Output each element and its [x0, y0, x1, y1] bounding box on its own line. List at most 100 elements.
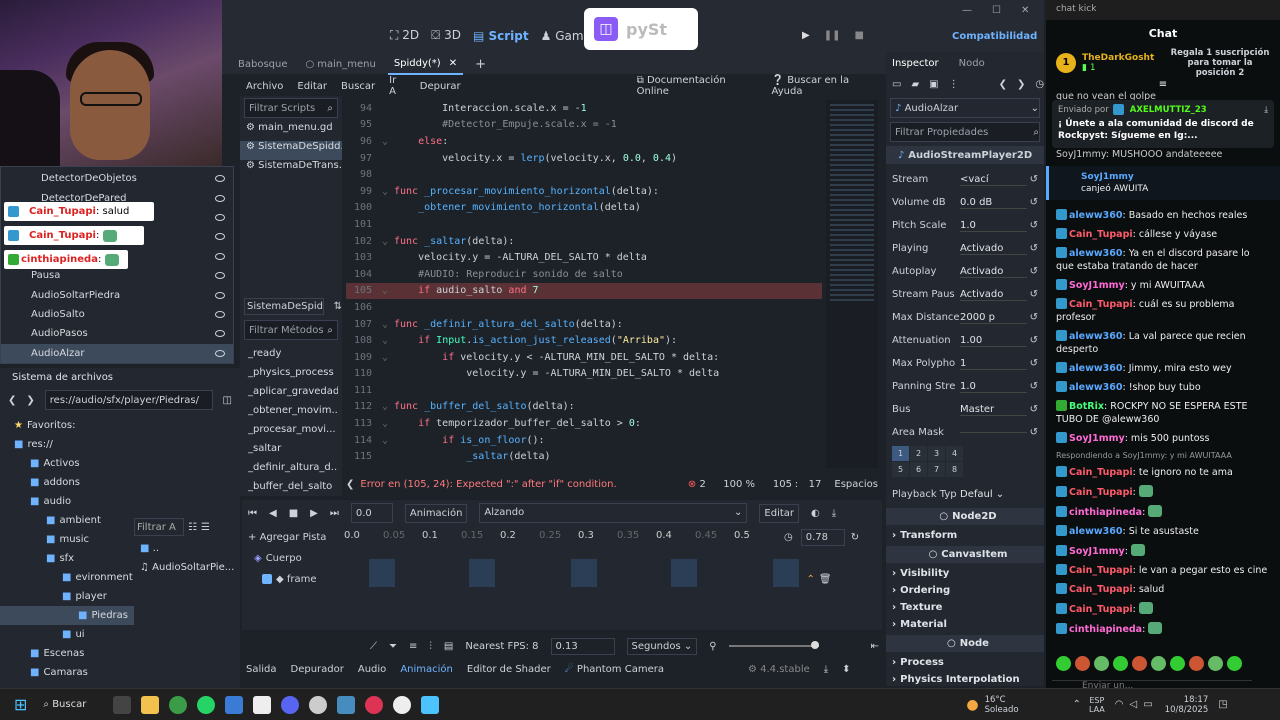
fold-icon[interactable]: ⌄ [376, 285, 394, 296]
task-view-icon[interactable] [113, 695, 132, 714]
code-line[interactable]: 105 ⌄ if audio_salto and 7 [346, 282, 822, 300]
error-message[interactable]: Error en (105, 24): Expected ":" after "… [360, 479, 687, 490]
close-tab-icon[interactable]: ✕ [449, 58, 457, 69]
search-help-link[interactable]: ❔ Buscar en la Ayuda [772, 75, 880, 97]
code-line[interactable]: 101 [346, 216, 822, 233]
scene-tree-item[interactable]: AudioSoltarPiedra [1, 285, 233, 304]
revert-icon[interactable]: ↺ [1030, 197, 1038, 208]
code-line[interactable]: 103 velocity.y = -ALTURA_DEL_SALTO * del… [346, 249, 822, 266]
pin-icon[interactable]: ⤓ [824, 664, 828, 675]
visibility-icon[interactable] [215, 291, 225, 299]
revert-icon[interactable]: ↺ [1030, 358, 1038, 369]
online-docs-link[interactable]: ⧉ Documentación Online [637, 75, 758, 97]
revert-icon[interactable]: ↺ [1030, 381, 1038, 392]
menu-icon[interactable]: ≡ [1046, 79, 1280, 90]
animation-menu[interactable]: Animación [404, 503, 468, 523]
inspector-section[interactable]: › Material [886, 616, 1044, 633]
collapse-icon[interactable]: ❮ [346, 479, 354, 490]
scene-tree-item[interactable]: AudioAlzar [1, 343, 233, 363]
filter-properties-input[interactable]: Filtrar Propiedades [895, 127, 988, 138]
gift-banner[interactable]: 1 TheDarkGosht ▮ 1 Regala 1 suscripción p… [1056, 47, 1270, 79]
mask-cell[interactable]: 2 [910, 446, 927, 461]
tray-chevron-icon[interactable]: ⌃ [1073, 699, 1081, 710]
add-track-button[interactable]: + Agregar Pista [248, 532, 344, 543]
save-icon[interactable]: ▣ [929, 79, 938, 90]
code-line[interactable]: 104 #AUDIO: Reproducir sonido de salto [346, 266, 822, 283]
revert-icon[interactable]: ↺ [1030, 427, 1038, 438]
prop-value[interactable]: Activado [960, 289, 1027, 301]
renderer-selector[interactable]: Compatibilidad [952, 31, 1037, 42]
minimize-icon[interactable]: — [962, 5, 972, 16]
menu-goto[interactable]: Ir A [389, 75, 406, 97]
mode-3d-button[interactable]: ⛋ 3D [431, 28, 461, 43]
discord-icon[interactable] [281, 695, 300, 714]
script-list-item[interactable]: ⚙ SistemaDeSpidd... [240, 141, 342, 160]
weather-widget[interactable]: ● 16°C Soleado [966, 695, 1018, 715]
visibility-icon[interactable] [215, 252, 225, 260]
language-indicator[interactable]: ESP LAA [1089, 696, 1105, 714]
code-line[interactable]: 102 ⌄ func _saltar(delta): [346, 233, 822, 250]
revert-icon[interactable]: ↺ [1030, 243, 1038, 254]
time-input[interactable]: 0.0 [350, 503, 393, 523]
emote-bar[interactable] [1056, 656, 1242, 671]
file-item[interactable]: ■ .. [134, 543, 234, 562]
prop-value[interactable]: Master [960, 404, 1027, 416]
fold-icon[interactable]: ⌄ [376, 236, 394, 247]
visibility-icon[interactable] [215, 194, 225, 202]
mask-cell[interactable]: 1 [892, 446, 909, 461]
path-field[interactable]: res://audio/sfx/player/Piedras/ [44, 390, 213, 410]
prop-value[interactable]: 0.0 dB [960, 197, 1027, 209]
emote-icon[interactable] [1151, 656, 1166, 671]
inspector-section[interactable]: › Process [886, 654, 1044, 671]
fold-icon[interactable]: ⌄ [376, 418, 394, 429]
sort-icon[interactable]: ⇅ [334, 301, 342, 312]
emote-icon[interactable] [1189, 656, 1204, 671]
emote-icon[interactable] [1132, 656, 1147, 671]
mask-cell[interactable]: 3 [928, 446, 945, 461]
code-line[interactable]: 95 #Detector_Empuje.scale.x = -1 [346, 117, 822, 134]
indent-mode[interactable]: Espacios [834, 479, 878, 490]
filesystem-folder[interactable]: ■ music [0, 530, 134, 549]
emote-icon[interactable] [1056, 656, 1071, 671]
fold-icon[interactable]: ⌄ [376, 435, 394, 446]
visibility-icon[interactable] [215, 310, 225, 318]
scene-tree-item[interactable]: AudioSalto [1, 305, 233, 324]
filesystem-folder[interactable]: ■ player [0, 587, 134, 606]
chrome-icon[interactable] [169, 695, 188, 714]
inspector-section[interactable]: › Visibility [886, 565, 1044, 582]
interp-icon[interactable]: ⌃ [807, 574, 815, 585]
capcut-icon[interactable] [253, 695, 272, 714]
script-tab-spiddy[interactable]: Spiddy(*) ✕ [387, 53, 464, 75]
list-icon[interactable]: ≡ [409, 641, 417, 652]
stop-icon[interactable]: ■ [854, 30, 863, 41]
script-list-item[interactable]: ⚙ main_menu.gd [240, 122, 342, 141]
prop-value[interactable]: <vací [960, 174, 1027, 186]
scene-tree-item[interactable]: AudioPasos [1, 324, 233, 343]
prop-value[interactable]: 1.0 [960, 220, 1027, 232]
chatgpt-icon[interactable] [309, 695, 328, 714]
volume-icon[interactable]: ◁ [1130, 699, 1138, 710]
fold-icon[interactable]: ⌄ [376, 401, 394, 412]
media-icon[interactable] [393, 695, 412, 714]
class-header[interactable]: ○ CanvasItem [886, 546, 1044, 563]
godot-taskbar-icon[interactable] [337, 695, 356, 714]
filesystem-folder[interactable]: ■ Escenas [0, 644, 134, 663]
clock[interactable]: 18:17 10/8/2025 [1165, 695, 1209, 715]
whatsapp-icon[interactable] [197, 695, 216, 714]
filesystem-folder[interactable]: ■ Camaras [0, 663, 134, 682]
method-list-item[interactable]: _saltar [242, 443, 338, 462]
method-list-item[interactable]: _ready [242, 348, 338, 367]
windows-start-icon[interactable]: ⊞ [14, 695, 27, 714]
filesystem-folder[interactable]: ■ ui [0, 625, 134, 644]
zoom-slider[interactable] [728, 641, 819, 649]
visibility-icon[interactable] [215, 272, 225, 280]
emote-icon[interactable] [1170, 656, 1185, 671]
forward-icon[interactable]: ❯ [26, 395, 34, 406]
code-line[interactable]: 107 ⌄ func _definir_altura_del_salto(delta… [346, 316, 822, 333]
unit-selector[interactable]: Segundos ⌄ [626, 637, 698, 655]
notepad-icon[interactable] [421, 695, 440, 714]
mask-cell[interactable]: 5 [892, 462, 909, 477]
onion-icon[interactable]: ◐ [811, 508, 820, 519]
method-list-item[interactable]: _buffer_del_salto [242, 481, 338, 500]
inspector-section[interactable]: › Physics Interpolation [886, 671, 1044, 688]
